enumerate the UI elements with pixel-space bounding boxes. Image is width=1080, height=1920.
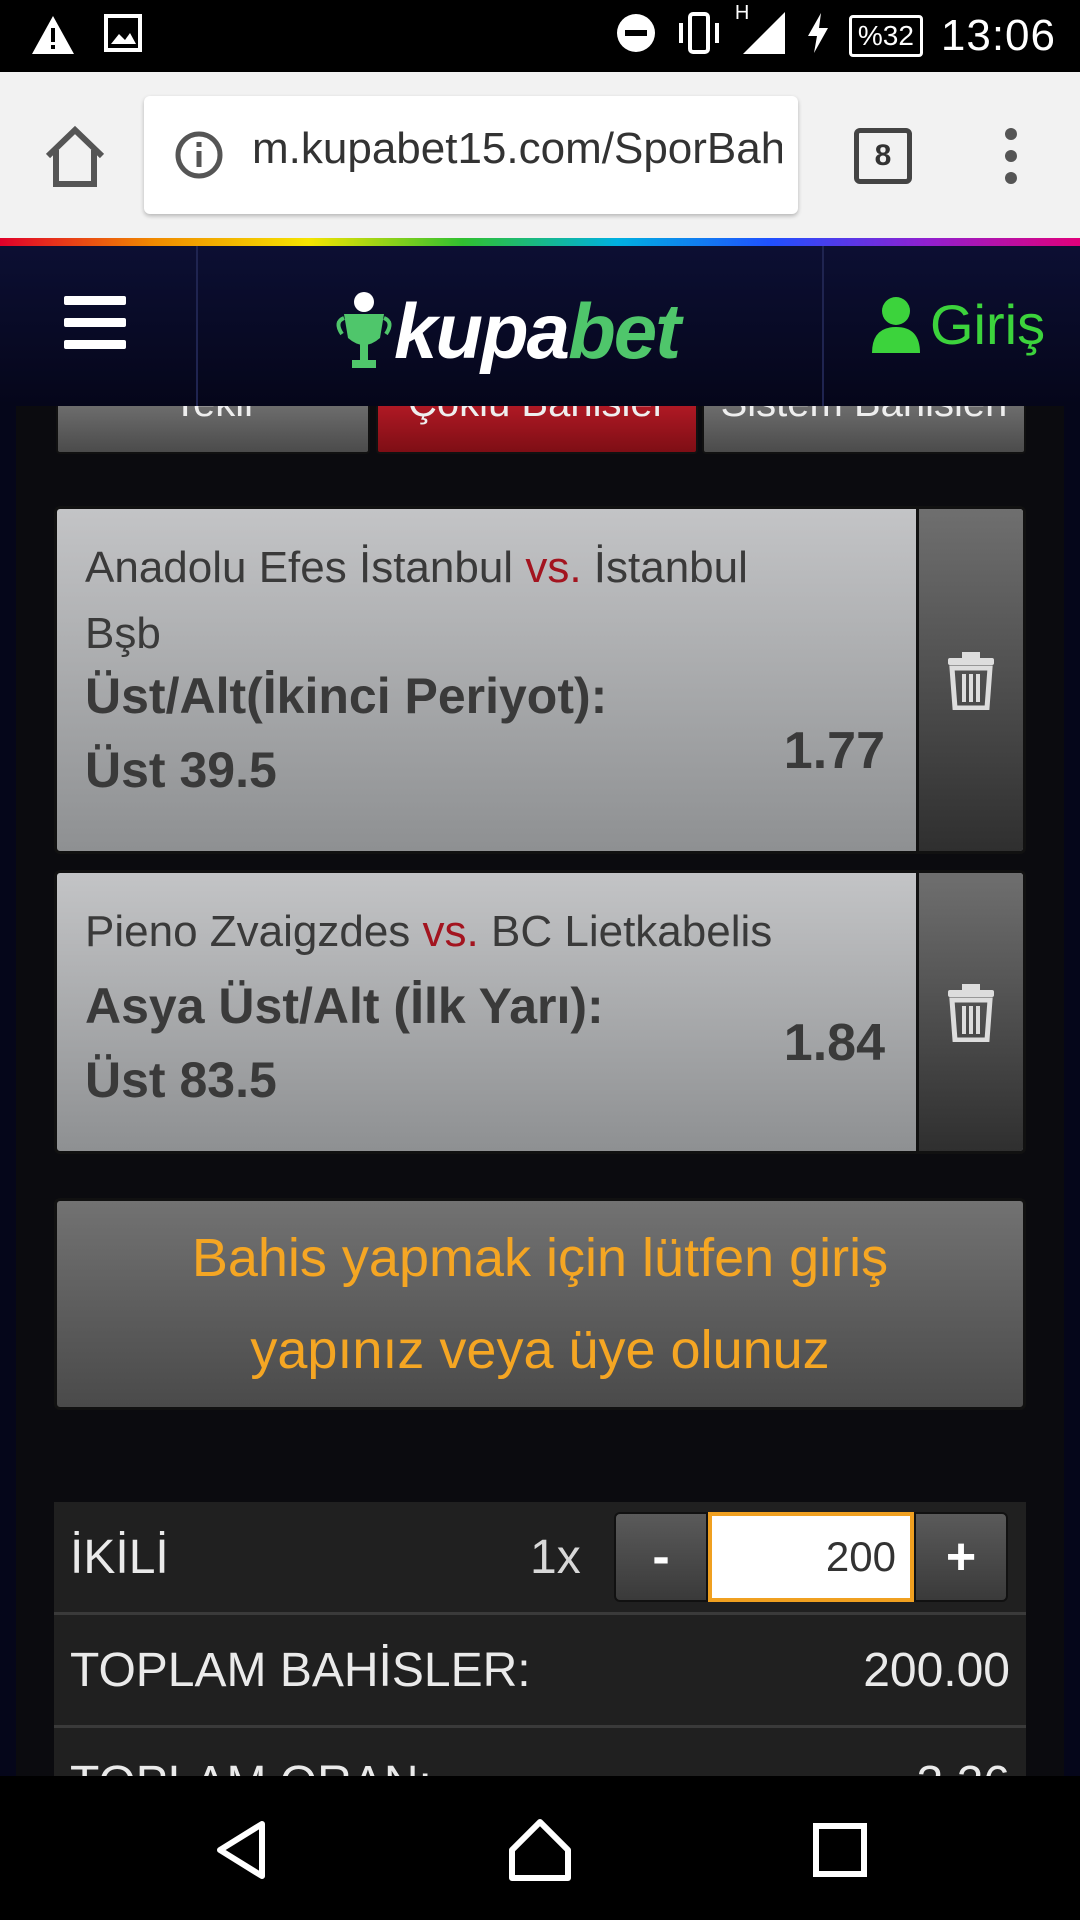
- tab-system[interactable]: Sistem Bahisleri: [702, 406, 1026, 454]
- total-bets-row: TOPLAM BAHİSLER: 200.00: [54, 1615, 1026, 1728]
- bet-type-tabs: Tekli Çoklu Bahisler Sistem Bahisleri: [56, 406, 1026, 460]
- user-icon: [872, 296, 920, 353]
- warning-icon: [30, 14, 76, 61]
- total-bets-value: 200.00: [863, 1644, 1010, 1697]
- stake-amount-input[interactable]: [708, 1512, 914, 1602]
- bet-selection-card: Pieno Zvaigzdes vs. BC Lietkabelis Asya …: [54, 870, 1026, 1154]
- do-not-disturb-icon: [615, 12, 657, 59]
- trash-icon: [948, 984, 994, 1042]
- stake-panel: İKİLİ 1x - + TOPLAM BAHİSLER: 200.00 TOP…: [54, 1502, 1026, 1776]
- back-triangle-icon: [217, 1821, 265, 1879]
- login-label: Giriş: [930, 293, 1046, 356]
- bet-selection-card: Anadolu Efes İstanbul vs. İstanbul Bşb Ü…: [54, 506, 1026, 854]
- market-name: Üst/Alt(İkinci Periyot):: [85, 668, 608, 724]
- header-divider: [822, 246, 824, 406]
- back-button[interactable]: [210, 1818, 274, 1882]
- battery-indicator: %32: [848, 14, 923, 57]
- home-team: Anadolu Efes İstanbul: [85, 543, 514, 592]
- remove-bet-button[interactable]: [916, 509, 1023, 851]
- tab-single-label: Tekli: [173, 406, 253, 425]
- total-odds-label: TOPLAM ORAN:: [70, 1756, 432, 1776]
- market-name: Asya Üst/Alt (İlk Yarı):: [85, 978, 604, 1034]
- status-time: 13:06: [940, 10, 1056, 60]
- market-selection: Üst 39.5: [85, 742, 277, 798]
- trophy-icon: [336, 292, 392, 368]
- charging-icon: [805, 11, 831, 60]
- site-header: kupabet Giriş: [0, 246, 1080, 406]
- market-selection: Üst 83.5: [85, 1052, 277, 1108]
- bet-market: Asya Üst/Alt (İlk Yarı): Üst 83.5: [85, 969, 705, 1117]
- system-navigation-bar: [0, 1776, 1080, 1920]
- bet-match-title: Anadolu Efes İstanbul vs. İstanbul Bşb: [85, 535, 805, 667]
- login-button[interactable]: Giriş: [870, 292, 1045, 357]
- tab-multiple[interactable]: Çoklu Bahisler: [376, 406, 698, 454]
- bet-odds: 1.84: [783, 1014, 885, 1072]
- site-logo[interactable]: kupabet: [334, 286, 681, 376]
- menu-dot-icon: [1005, 150, 1017, 162]
- rainbow-divider: [0, 238, 1080, 246]
- url-text[interactable]: m.kupabet15.com/SporBahisleri: [252, 124, 782, 174]
- multiplier-label: 1x: [530, 1531, 581, 1584]
- remove-bet-button[interactable]: [916, 873, 1023, 1151]
- stake-row: İKİLİ 1x - +: [54, 1502, 1026, 1615]
- betslip-content: Tekli Çoklu Bahisler Sistem Bahisleri An…: [16, 406, 1064, 1776]
- total-bets-label: TOPLAM BAHİSLER:: [70, 1644, 531, 1697]
- stake-stepper: - +: [614, 1512, 1008, 1602]
- trash-icon: [948, 652, 994, 710]
- home-icon: [45, 125, 105, 187]
- increase-stake-button[interactable]: +: [914, 1512, 1008, 1602]
- signal-icon: H: [735, 2, 787, 61]
- address-bar[interactable]: m.kupabet15.com/SporBahisleri: [144, 96, 798, 214]
- decrease-stake-button[interactable]: -: [614, 1512, 708, 1602]
- status-bar: H %32 13:06: [0, 0, 1080, 72]
- browser-menu-button[interactable]: [996, 122, 1026, 192]
- hamburger-menu-icon[interactable]: [64, 296, 126, 349]
- home-circle-icon: [509, 1819, 571, 1881]
- login-required-text: Bahis yapmak için lütfen giriş yapınız v…: [191, 1228, 889, 1380]
- header-divider: [196, 246, 198, 406]
- image-icon: [104, 14, 142, 61]
- total-odds-value: 3.26: [917, 1756, 1010, 1776]
- total-odds-row: TOPLAM ORAN: 3.26: [54, 1728, 1026, 1776]
- menu-dot-icon: [1005, 172, 1017, 184]
- away-team: BC Lietkabelis: [491, 907, 773, 956]
- network-type-label: H: [734, 2, 750, 24]
- vs-label: vs.: [525, 543, 582, 592]
- bet-market: Üst/Alt(İkinci Periyot): Üst 39.5: [85, 659, 705, 807]
- tab-system-label: Sistem Bahisleri: [721, 406, 1008, 425]
- tab-single[interactable]: Tekli: [56, 406, 370, 454]
- browser-toolbar: m.kupabet15.com/SporBahisleri 8: [0, 72, 1080, 240]
- tab-switcher-button[interactable]: 8: [854, 128, 912, 184]
- vs-label: vs.: [422, 907, 479, 956]
- recents-button[interactable]: [808, 1818, 872, 1882]
- info-icon[interactable]: [174, 130, 224, 180]
- logo-text-bet: bet: [568, 286, 681, 375]
- home-team: Pieno Zvaigzdes: [85, 907, 411, 956]
- login-required-notice[interactable]: Bahis yapmak için lütfen giriş yapınız v…: [54, 1198, 1026, 1410]
- recents-square-icon: [813, 1823, 867, 1877]
- vibrate-icon: [675, 11, 723, 60]
- home-button[interactable]: [508, 1818, 572, 1882]
- browser-home-button[interactable]: [40, 122, 110, 192]
- menu-dot-icon: [1005, 128, 1017, 140]
- tab-multiple-label: Çoklu Bahisler: [408, 406, 666, 425]
- logo-text-kupa: kupa: [394, 286, 570, 375]
- bet-odds: 1.77: [783, 722, 885, 780]
- bet-match-title: Pieno Zvaigzdes vs. BC Lietkabelis: [85, 899, 805, 965]
- combination-label: İKİLİ: [70, 1531, 169, 1584]
